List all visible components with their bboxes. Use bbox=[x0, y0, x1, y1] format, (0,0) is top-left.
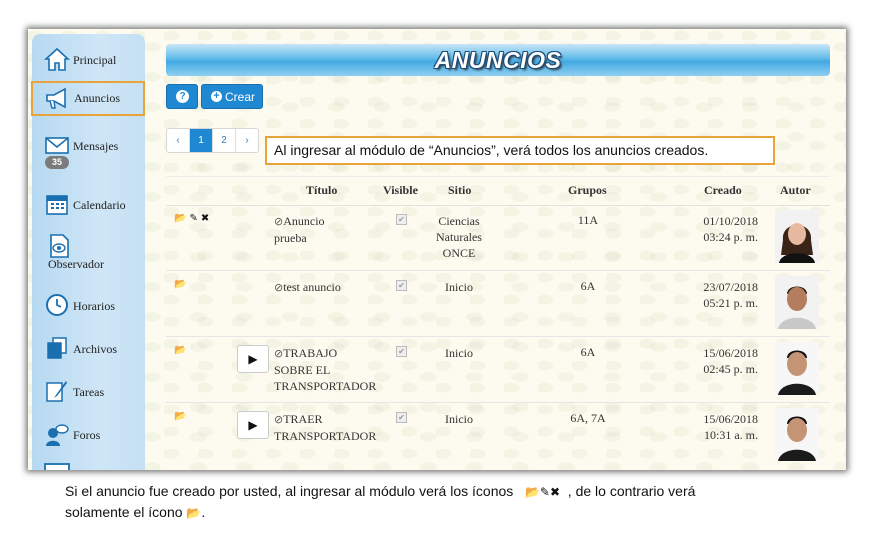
folder-open-icon[interactable]: 📂 bbox=[174, 345, 186, 356]
sidebar-item-label: Anuncios bbox=[74, 91, 120, 105]
author-avatar bbox=[775, 342, 819, 395]
groups-cell: 11A bbox=[577, 213, 599, 227]
created-cell: 23/07/2018 05:21 p. m. bbox=[703, 280, 758, 310]
sidebar-item-label: Archivos bbox=[73, 342, 117, 356]
visible-checkbox[interactable]: ✔ bbox=[396, 346, 407, 357]
delete-x-icon[interactable]: ✖ bbox=[201, 213, 209, 224]
column-header-titulo: Título bbox=[306, 183, 338, 197]
table-row: 📂 ✎ ✖ ⊘Anuncio prueba ✔ Ciencias Naturales O… bbox=[166, 205, 830, 271]
announcement-title[interactable]: ⊘test anuncio bbox=[274, 279, 379, 296]
page-title: ANUNCIOS bbox=[434, 47, 562, 73]
prev-page-button[interactable]: ‹ bbox=[167, 129, 190, 152]
folder-open-icon[interactable]: 📂 bbox=[174, 279, 186, 290]
visible-checkbox[interactable]: ✔ bbox=[396, 280, 407, 291]
sidebar-item-horarios[interactable]: Horarios bbox=[32, 286, 145, 326]
table-header: Título Visible Sitio Grupos Creado Autor bbox=[166, 176, 830, 206]
app-window: Principal Anuncios Mensajes 35 Calendari… bbox=[28, 29, 846, 470]
envelope-icon bbox=[45, 137, 69, 154]
plus-circle-icon: + bbox=[211, 91, 222, 102]
announcement-title[interactable]: ⊘Anuncio prueba bbox=[274, 213, 379, 246]
create-button[interactable]: + Crear bbox=[201, 84, 263, 109]
sidebar-item-tareas[interactable]: Tareas bbox=[32, 372, 145, 412]
column-header-sitio: Sitio bbox=[448, 183, 472, 197]
groups-cell: 6A bbox=[580, 279, 596, 293]
row-actions: 📂 bbox=[174, 411, 189, 422]
sidebar-item-principal[interactable]: Principal bbox=[32, 40, 145, 80]
monitor-icon bbox=[44, 463, 70, 470]
paperclip-icon: ⊘ bbox=[274, 413, 284, 426]
row-actions: 📂 ✎ ✖ bbox=[174, 213, 212, 224]
visible-checkbox[interactable]: ✔ bbox=[396, 214, 407, 225]
table-row: 📂 ▶ ⊘TRAER TRANSPORTADOR ✔ Inicio 6A, 7A… bbox=[166, 403, 830, 468]
created-cell: 15/06/2018 02:45 p. m. bbox=[703, 346, 758, 376]
sidebar-item-archivos[interactable]: Archivos bbox=[32, 329, 145, 369]
paperclip-icon: ⊘ bbox=[274, 215, 284, 228]
play-audio-button[interactable]: ▶ bbox=[237, 411, 269, 439]
sidebar-item-calendario[interactable]: Calendario bbox=[32, 185, 145, 225]
folder-open-icon: 📂 bbox=[524, 485, 540, 499]
created-cell: 15/06/2018 10:31 a. m. bbox=[703, 412, 758, 442]
question-icon: ? bbox=[176, 90, 189, 103]
groups-cell: 6A bbox=[580, 345, 596, 359]
info-callout: Al ingresar al módulo de “Anuncios”, ver… bbox=[265, 136, 775, 165]
delete-x-icon: ✖ bbox=[549, 485, 561, 499]
author-avatar bbox=[775, 276, 819, 329]
site-cell: Inicio bbox=[445, 280, 473, 294]
paperclip-icon: ⊘ bbox=[274, 281, 284, 294]
forum-icon bbox=[46, 424, 69, 446]
groups-cell: 6A, 7A bbox=[570, 411, 606, 425]
author-avatar bbox=[775, 210, 819, 263]
folder-open-icon[interactable]: 📂 bbox=[174, 213, 186, 224]
column-header-creado: Creado bbox=[704, 183, 742, 197]
created-cell: 01/10/2018 03:24 p. m. bbox=[703, 214, 758, 244]
page-1-button[interactable]: 1 bbox=[190, 129, 213, 152]
column-header-grupos: Grupos bbox=[568, 183, 607, 197]
site-cell: Inicio bbox=[445, 346, 473, 360]
sidebar-item-label: Mensajes bbox=[73, 139, 119, 153]
pagination: ‹ 1 2 › bbox=[166, 128, 259, 153]
folder-open-icon: 📂 bbox=[186, 506, 202, 520]
site-cell: Ciencias Naturales ONCE bbox=[436, 214, 482, 260]
author-avatar bbox=[775, 408, 819, 461]
announcement-title[interactable]: ⊘TRABAJO SOBRE EL TRANSPORTADOR bbox=[274, 345, 379, 394]
clock-icon bbox=[46, 294, 68, 316]
create-label: Crear bbox=[225, 90, 256, 104]
paperclip-icon: ⊘ bbox=[274, 347, 284, 360]
calendar-icon bbox=[46, 195, 68, 215]
sidebar: Principal Anuncios Mensajes 35 Calendari… bbox=[31, 34, 145, 470]
table-row: 📂 ▶ ⊘TRABAJO SOBRE EL TRANSPORTADOR ✔ In… bbox=[166, 337, 830, 403]
row-actions: 📂 bbox=[174, 279, 189, 290]
help-button[interactable]: ? bbox=[166, 84, 198, 109]
visible-checkbox[interactable]: ✔ bbox=[396, 412, 407, 423]
edit-pencil-icon[interactable]: ✎ bbox=[189, 213, 197, 224]
edit-pencil-icon: ✎ bbox=[539, 485, 550, 499]
pencil-paper-icon bbox=[46, 381, 67, 402]
site-cell: Inicio bbox=[445, 412, 473, 426]
page-header: ANUNCIOS bbox=[166, 44, 830, 76]
sidebar-item-label: Foros bbox=[73, 428, 101, 442]
play-audio-button[interactable]: ▶ bbox=[237, 345, 269, 373]
instruction-caption: Si el anuncio fue creado por usted, al i… bbox=[65, 483, 696, 520]
next-page-button[interactable]: › bbox=[236, 129, 258, 152]
megaphone-icon bbox=[46, 87, 66, 109]
table-row: 📂 ⊘test anuncio ✔ Inicio 6A 23/07/2018 05… bbox=[166, 271, 830, 337]
column-header-visible: Visible bbox=[383, 183, 418, 197]
sidebar-item-foros[interactable]: Foros bbox=[32, 415, 145, 455]
sidebar-item-label: Observador bbox=[48, 257, 104, 271]
eye-document-icon bbox=[50, 234, 69, 258]
row-actions: 📂 bbox=[174, 345, 189, 356]
page-2-button[interactable]: 2 bbox=[213, 129, 236, 152]
sidebar-item-anuncios[interactable]: Anuncios bbox=[31, 81, 145, 116]
home-icon bbox=[44, 47, 70, 71]
sidebar-item-label: Calendario bbox=[73, 198, 126, 212]
sidebar-item-label: Tareas bbox=[73, 385, 105, 399]
sidebar-item-label: Principal bbox=[73, 53, 117, 67]
column-header-autor: Autor bbox=[780, 183, 811, 197]
sidebar-item-label: Horarios bbox=[73, 299, 115, 313]
unread-count-badge: 35 bbox=[45, 156, 69, 169]
files-icon bbox=[47, 337, 67, 359]
sidebar-item-observador[interactable]: Observador bbox=[32, 227, 145, 275]
folder-open-icon[interactable]: 📂 bbox=[174, 411, 186, 422]
announcement-title[interactable]: ⊘TRAER TRANSPORTADOR bbox=[274, 411, 379, 444]
